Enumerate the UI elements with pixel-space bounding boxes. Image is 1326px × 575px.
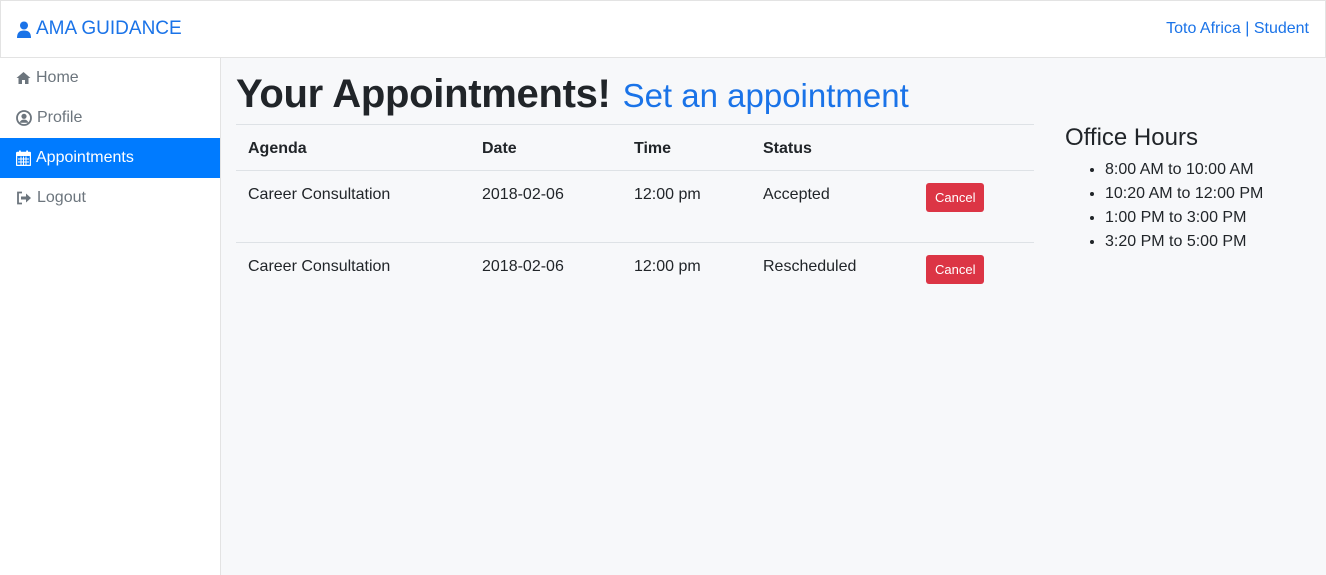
cancel-button[interactable]: Cancel: [926, 183, 985, 212]
cancel-button[interactable]: Cancel: [926, 255, 985, 284]
action-cell: Cancel: [914, 170, 1034, 243]
action-cell: Cancel: [914, 242, 1034, 315]
status-cell: Rescheduled: [751, 242, 914, 315]
calendar-icon: [16, 150, 31, 166]
top-navbar: AMA GUIDANCE Toto Africa | Student: [0, 0, 1326, 58]
column-header-date: Date: [470, 124, 622, 171]
office-hours-title: Office Hours: [1065, 124, 1198, 151]
sidebar-item-label: Logout: [37, 189, 86, 206]
date-cell: 2018-02-06: [470, 170, 622, 243]
sidebar-item-label: Profile: [37, 109, 83, 126]
list-item: 8:00 AM to 10:00 AM: [1105, 158, 1315, 182]
page-title: Your Appointments!: [236, 72, 611, 116]
column-header-agenda: Agenda: [236, 124, 470, 171]
list-item: 10:20 AM to 12:00 PM: [1105, 182, 1315, 206]
sidebar-item-label: Home: [36, 69, 79, 86]
list-item: 3:20 PM to 5:00 PM: [1105, 230, 1315, 254]
office-hours-list: 8:00 AM to 10:00 AM 10:20 AM to 12:00 PM…: [1065, 158, 1315, 254]
sidebar: Home Profile Appointments Logout: [0, 58, 221, 575]
page-heading: Your Appointments! Set an appointment: [236, 58, 1036, 124]
column-header-time: Time: [622, 124, 751, 171]
list-item: 1:00 PM to 3:00 PM: [1105, 206, 1315, 230]
column-header-action: [914, 124, 1034, 171]
appointments-table: Agenda Date Time Status Career Consultat…: [236, 124, 1034, 315]
agenda-cell: Career Consultation: [236, 170, 470, 243]
user-icon: [17, 21, 31, 38]
date-cell: 2018-02-06: [470, 242, 622, 315]
sidebar-item-home[interactable]: Home: [0, 58, 220, 98]
brand-title: AMA GUIDANCE: [36, 18, 182, 39]
user-circle-icon: [16, 110, 32, 126]
user-account-link[interactable]: Toto Africa | Student: [1166, 20, 1309, 38]
column-header-status: Status: [751, 124, 914, 171]
status-cell: Accepted: [751, 170, 914, 243]
sidebar-item-label: Appointments: [36, 149, 134, 166]
sidebar-item-appointments[interactable]: Appointments: [0, 138, 220, 178]
sign-out-icon: [16, 191, 32, 205]
home-icon: [16, 71, 31, 85]
table-row: Career Consultation 2018-02-06 12:00 pm …: [236, 170, 1034, 243]
time-cell: 12:00 pm: [622, 170, 751, 243]
table-row: Career Consultation 2018-02-06 12:00 pm …: [236, 242, 1034, 315]
sidebar-item-logout[interactable]: Logout: [0, 178, 220, 218]
time-cell: 12:00 pm: [622, 242, 751, 315]
table-header-row: Agenda Date Time Status: [236, 124, 1034, 171]
sidebar-item-profile[interactable]: Profile: [0, 98, 220, 138]
set-appointment-link[interactable]: Set an appointment: [623, 77, 909, 115]
agenda-cell: Career Consultation: [236, 242, 470, 315]
main-content: Your Appointments! Set an appointment Ag…: [236, 58, 1036, 315]
brand-link[interactable]: AMA GUIDANCE: [17, 18, 182, 40]
office-hours-panel: Office Hours 8:00 AM to 10:00 AM 10:20 A…: [1065, 124, 1315, 254]
